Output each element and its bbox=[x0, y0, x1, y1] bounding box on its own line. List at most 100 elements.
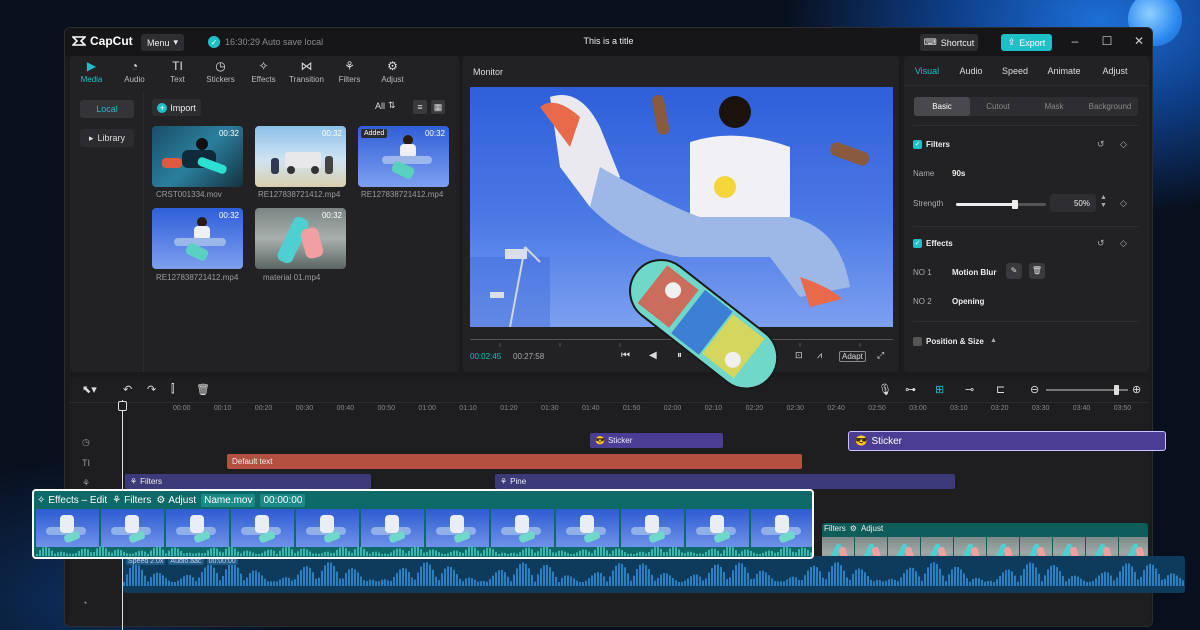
thumb-duration: 00:32 bbox=[218, 211, 239, 220]
tab-adjust[interactable]: ⚙ Adjust bbox=[371, 56, 414, 88]
pointer-icon[interactable]: ⬉▾ bbox=[82, 383, 97, 396]
menu-label: Menu bbox=[146, 37, 170, 48]
tab-text[interactable]: TI Text bbox=[156, 56, 199, 88]
link-icon[interactable]: ⊶ bbox=[905, 383, 916, 396]
media-icon: ▶ bbox=[86, 59, 97, 73]
video-frame bbox=[166, 509, 229, 547]
zoom-slider-handle[interactable] bbox=[1113, 385, 1119, 395]
maximize-icon[interactable]: ☐ bbox=[1099, 34, 1115, 48]
ruler-tick: 00:30 bbox=[295, 405, 314, 412]
close-icon[interactable]: ✕ bbox=[1131, 34, 1147, 48]
delete-icon[interactable]: 🗑 bbox=[196, 383, 210, 396]
tab-label: Transition bbox=[289, 75, 324, 84]
tab-audio[interactable]: ◔ Audio bbox=[113, 56, 156, 88]
filters-checkbox[interactable]: ✓ bbox=[913, 140, 922, 149]
audio-waveform bbox=[123, 562, 1184, 586]
video-frame bbox=[426, 509, 489, 547]
list-view-icon[interactable]: ≡ bbox=[413, 100, 427, 114]
divider bbox=[913, 125, 1138, 126]
effects-checkbox[interactable]: ✓ bbox=[913, 239, 922, 248]
preview-axis-icon[interactable]: ⊏ bbox=[996, 383, 1005, 396]
total-time: 00:27:58 bbox=[513, 352, 545, 361]
effects-section-title: Effects bbox=[926, 239, 953, 248]
microphone-icon[interactable]: 🎙 bbox=[878, 383, 892, 396]
text-clip[interactable]: Default text bbox=[227, 454, 802, 469]
filter-name-value: 90s bbox=[952, 169, 966, 178]
tab-transition[interactable]: ⋈ Transition bbox=[285, 56, 328, 88]
selected-video-clip[interactable]: ✧ Effects – Edit ⚘ Filters ⚙ Adjust Name.mo… bbox=[32, 489, 814, 559]
menu-button[interactable]: Menu ▾ bbox=[141, 34, 184, 51]
tab-audio-settings[interactable]: Audio bbox=[950, 56, 992, 86]
emoji-icon: 😎 bbox=[855, 435, 868, 447]
magnet-icon[interactable]: ⊞ bbox=[935, 383, 944, 396]
video-frame bbox=[491, 509, 554, 547]
thumb-name: material 01.mp4 bbox=[263, 273, 321, 282]
sticker-clip[interactable]: 😎 Sticker bbox=[590, 433, 723, 448]
ruler-tick: 01:10 bbox=[459, 405, 477, 412]
keyframe-icon[interactable]: ◇ bbox=[1120, 139, 1127, 150]
pine-filter-clip[interactable]: ⚘ Pine bbox=[495, 474, 955, 489]
sidebar-item-library[interactable]: ▸ Library bbox=[80, 129, 134, 147]
position-checkbox[interactable] bbox=[913, 337, 922, 346]
tab-filters[interactable]: ⚘ Filters bbox=[328, 56, 371, 88]
adjust-icon: ⚙ bbox=[156, 495, 166, 506]
stepper-icon[interactable]: ▲ ▼ bbox=[1100, 194, 1107, 210]
tab-animate[interactable]: Animate bbox=[1038, 56, 1090, 86]
strength-slider[interactable] bbox=[956, 200, 1046, 209]
ruler-tick: 03:20 bbox=[991, 405, 1009, 412]
subtab-mask[interactable]: Mask bbox=[1026, 97, 1082, 116]
strength-input[interactable]: 50% bbox=[1050, 194, 1096, 212]
export-button[interactable]: ⇪ Export bbox=[1001, 34, 1052, 51]
import-button[interactable]: + Import bbox=[152, 99, 201, 116]
reset-icon[interactable]: ↺ bbox=[1097, 139, 1105, 150]
clip-tag-adjust: Adjust bbox=[860, 524, 884, 533]
playhead-handle[interactable] bbox=[118, 401, 127, 411]
strength-slider-fill bbox=[956, 203, 1015, 206]
chevron-up-icon[interactable]: ▲ bbox=[990, 337, 997, 344]
minimize-icon[interactable]: – bbox=[1067, 34, 1083, 48]
media-thumb-4[interactable]: 00:32 bbox=[152, 208, 243, 269]
reset-icon[interactable]: ↺ bbox=[1097, 238, 1105, 249]
split-icon[interactable]: ⫿ bbox=[171, 383, 175, 396]
edit-icon[interactable]: ✎ bbox=[1006, 263, 1022, 279]
filter-dropdown[interactable]: All ⇅ bbox=[375, 100, 396, 111]
filter-clip[interactable]: ⚘ Filters bbox=[125, 474, 371, 489]
redo-icon[interactable]: ↷ bbox=[147, 383, 156, 396]
ruler-tick: 03:40 bbox=[1072, 405, 1091, 412]
tab-effects[interactable]: ✧ Effects bbox=[242, 56, 285, 88]
strength-slider-handle[interactable] bbox=[1011, 200, 1018, 209]
subtab-basic[interactable]: Basic bbox=[914, 97, 970, 116]
zoom-out-icon[interactable]: ⊖ bbox=[1030, 383, 1039, 396]
sidebar-item-local[interactable]: Local bbox=[80, 100, 134, 118]
subtab-background[interactable]: Background bbox=[1082, 97, 1138, 116]
keyframe-icon[interactable]: ◇ bbox=[1120, 198, 1127, 209]
zoom-in-icon[interactable]: ⊕ bbox=[1132, 383, 1141, 396]
tab-speed[interactable]: Speed bbox=[992, 56, 1038, 86]
undo-icon[interactable]: ↶ bbox=[123, 383, 132, 396]
media-thumb-2[interactable]: 00:32 bbox=[255, 126, 346, 187]
grid-view-icon[interactable]: ▦ bbox=[431, 100, 445, 114]
media-thumb-3[interactable]: Added 00:32 bbox=[358, 126, 449, 187]
video-frame bbox=[101, 509, 164, 547]
tab-media[interactable]: ▶ Media bbox=[70, 56, 113, 88]
audio-track-clip[interactable]: Speed 2.0x Audio.aac 00:00:00 bbox=[123, 556, 1185, 593]
skateboard-sticker[interactable] bbox=[598, 236, 803, 411]
tab-visual[interactable]: Visual bbox=[904, 56, 950, 86]
media-thumb-1[interactable]: 00:32 bbox=[152, 126, 243, 187]
tab-adjust-settings[interactable]: Adjust bbox=[1090, 56, 1140, 86]
fullscreen-icon[interactable]: ⤢ bbox=[877, 350, 884, 361]
thumb-duration: 00:32 bbox=[424, 129, 445, 138]
strength-label: Strength bbox=[913, 199, 944, 208]
keyframe-icon[interactable]: ◇ bbox=[1120, 238, 1127, 249]
shortcut-button[interactable]: ⌨ Shortcut bbox=[920, 34, 978, 51]
tab-stickers[interactable]: ◷ Stickers bbox=[199, 56, 242, 88]
media-thumb-5[interactable]: 00:32 bbox=[255, 208, 346, 269]
zoom-slider[interactable] bbox=[1046, 385, 1128, 395]
subtab-cutout[interactable]: Cutout bbox=[970, 97, 1026, 116]
chain-icon[interactable]: ⊸ bbox=[965, 383, 974, 396]
sticker-clip-selected[interactable]: 😎 Sticker bbox=[848, 431, 1166, 451]
delete-icon[interactable]: 🗑 bbox=[1029, 263, 1045, 279]
clip-label: Sticker bbox=[607, 436, 633, 445]
adapt-button[interactable]: Adapt bbox=[839, 351, 866, 362]
waveform-icon[interactable]: ⩘ bbox=[817, 350, 822, 361]
